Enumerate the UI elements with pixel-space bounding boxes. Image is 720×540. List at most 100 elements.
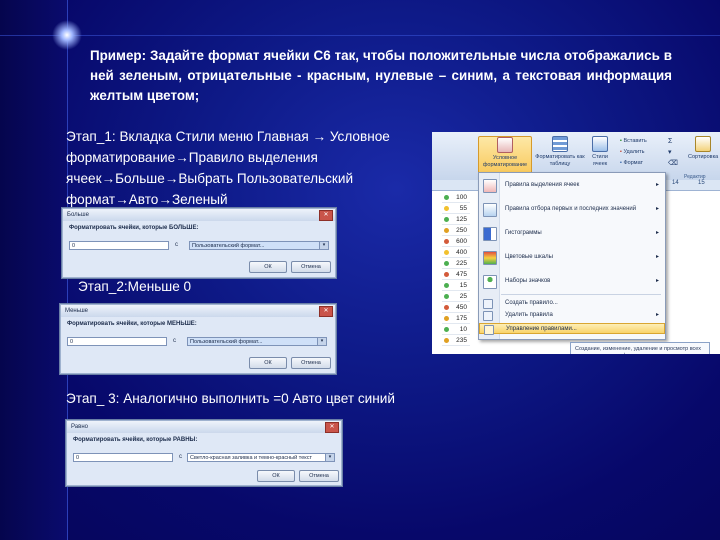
sort-button[interactable]: Сортировка xyxy=(688,136,718,174)
menu-item-label: Удалить правила xyxy=(505,312,553,318)
menu-item-top-bottom-rules[interactable]: Правила отбора первых и последних значен… xyxy=(479,199,665,219)
step1-line3: ячеек→Больше→Выбрать Пользовательский xyxy=(66,171,354,186)
icon-sets-icon xyxy=(483,275,497,289)
format-select[interactable]: Пользовательский формат... ▾ xyxy=(189,241,329,250)
table-cell[interactable]: 25 xyxy=(442,291,470,302)
cell-value: 450 xyxy=(456,304,467,311)
data-bars-icon xyxy=(483,227,497,241)
format-select-value: Пользовательский формат... xyxy=(192,243,265,249)
autosum-icon[interactable]: Σ ▾ ⌫ xyxy=(668,136,678,169)
insert-label: Вставить xyxy=(623,138,647,144)
sparkle-decoration xyxy=(52,20,82,50)
status-dot-icon xyxy=(444,250,449,255)
menu-divider xyxy=(501,294,661,295)
left-band xyxy=(0,0,68,540)
cell-value: 15 xyxy=(459,282,467,289)
cell-styles-button[interactable]: Стили ячеек xyxy=(588,136,612,174)
table-cell[interactable]: 15 xyxy=(442,280,470,291)
status-dot-icon xyxy=(444,294,449,299)
table-cell[interactable]: 235 xyxy=(442,335,470,346)
conditional-formatting-label: Условное форматирование xyxy=(482,155,528,168)
step1-line1: Этап_1: Вкладка Стили меню Главная → Усл… xyxy=(66,129,390,144)
menu-item-icon-sets[interactable]: Наборы значков ▸ xyxy=(479,271,665,291)
value-input[interactable]: 0 xyxy=(67,337,167,346)
menu-item-label: Цветовые шкалы xyxy=(505,254,553,260)
with-label: с xyxy=(179,454,182,460)
ok-button[interactable]: ОК xyxy=(249,357,287,369)
cell-value: 400 xyxy=(456,249,467,256)
column-header-14: 14 xyxy=(672,180,679,186)
cancel-button[interactable]: Отмена xyxy=(291,357,331,369)
chevron-right-icon: ▸ xyxy=(655,230,659,236)
menu-item-clear-rules[interactable]: Удалить правила ▸ xyxy=(479,310,665,321)
insert-button[interactable]: ▪ Вставить xyxy=(620,136,647,147)
conditional-format-menu: Правила выделения ячеек ▸ Правила отбора… xyxy=(478,172,666,340)
dialog-title: Больше xyxy=(63,209,335,221)
table-cell[interactable]: 125 xyxy=(442,214,470,225)
cell-value: 25 xyxy=(459,293,467,300)
menu-item-color-scales[interactable]: Цветовые шкалы ▸ xyxy=(479,247,665,267)
table-icon xyxy=(552,136,568,152)
cell-value: 225 xyxy=(456,260,467,267)
table-cell[interactable]: 175 xyxy=(442,313,470,324)
cell-value: 600 xyxy=(456,238,467,245)
new-rule-icon xyxy=(483,299,493,309)
status-dot-icon xyxy=(444,239,449,244)
menu-item-label: Создать правило... xyxy=(505,300,558,306)
menu-item-manage-rules[interactable]: Управление правилами... xyxy=(479,323,665,335)
tooltip: Создание, изменение, удаление и просмотр… xyxy=(570,342,710,354)
menu-item-label: Гистограммы xyxy=(505,230,542,236)
close-icon[interactable]: ✕ xyxy=(319,210,333,221)
cancel-button[interactable]: Отмена xyxy=(299,470,339,482)
task-statement: Пример: Задайте формат ячейки С6 так, чт… xyxy=(90,48,672,103)
table-cell[interactable]: 400 xyxy=(442,247,470,258)
chevron-right-icon: ▸ xyxy=(655,206,659,212)
conditional-formatting-button[interactable]: Условное форматирование xyxy=(478,136,532,176)
top-bottom-icon xyxy=(483,203,497,217)
step1-line4: формат→Авто→Зеленый xyxy=(66,192,228,207)
table-cell[interactable]: 10 xyxy=(442,324,470,335)
dialog-equal-to: Равно ✕ Форматировать ячейки, которые РА… xyxy=(66,420,342,486)
value-input[interactable]: 0 xyxy=(69,241,169,250)
table-cell[interactable]: 475 xyxy=(442,269,470,280)
menu-item-data-bars[interactable]: Гистограммы ▸ xyxy=(479,223,665,243)
format-select[interactable]: Пользовательский формат... ▾ xyxy=(187,337,327,346)
format-select-value: Светло-красная заливка и темно-красный т… xyxy=(190,455,312,461)
format-button[interactable]: ▪ Формат xyxy=(620,158,647,169)
format-select[interactable]: Светло-красная заливка и темно-красный т… xyxy=(187,453,335,462)
cell-value: 175 xyxy=(456,315,467,322)
table-cell[interactable]: 600 xyxy=(442,236,470,247)
close-icon[interactable]: ✕ xyxy=(319,306,333,317)
table-cell[interactable]: 250 xyxy=(442,225,470,236)
status-dot-icon xyxy=(444,272,449,277)
color-scales-icon xyxy=(483,251,497,265)
table-cell[interactable]: 100 xyxy=(442,192,470,203)
table-cell[interactable]: 450 xyxy=(442,302,470,313)
ok-button[interactable]: ОК xyxy=(249,261,287,273)
status-dot-icon xyxy=(444,338,449,343)
cancel-button[interactable]: Отмена xyxy=(291,261,331,273)
cell-value: 10 xyxy=(459,326,467,333)
status-dot-icon xyxy=(444,261,449,266)
menu-item-label: Управление правилами... xyxy=(506,326,577,332)
close-icon[interactable]: ✕ xyxy=(325,422,339,433)
table-cell[interactable]: 55 xyxy=(442,203,470,214)
status-dot-icon xyxy=(444,283,449,288)
conditional-format-icon xyxy=(497,137,513,153)
menu-item-highlight-rules[interactable]: Правила выделения ячеек ▸ xyxy=(479,175,665,195)
ok-button[interactable]: ОК xyxy=(257,470,295,482)
cell-value: 250 xyxy=(456,227,467,234)
manage-rules-icon xyxy=(484,325,494,335)
menu-item-new-rule[interactable]: Создать правило... xyxy=(479,298,665,309)
cell-value: 125 xyxy=(456,216,467,223)
dialog-prompt: Форматировать ячейки, которые МЕНЬШЕ: xyxy=(67,321,197,327)
delete-label: Удалить xyxy=(623,149,645,155)
value-input[interactable]: 0 xyxy=(73,453,173,462)
table-cell[interactable]: 225 xyxy=(442,258,470,269)
delete-button[interactable]: ▪ Удалить xyxy=(620,147,647,158)
format-as-table-button[interactable]: Форматировать как таблицу xyxy=(534,136,586,174)
cell-value: 55 xyxy=(459,205,467,212)
status-dot-icon xyxy=(444,316,449,321)
column-header-15: 15 xyxy=(698,180,705,186)
status-dot-icon xyxy=(444,327,449,332)
